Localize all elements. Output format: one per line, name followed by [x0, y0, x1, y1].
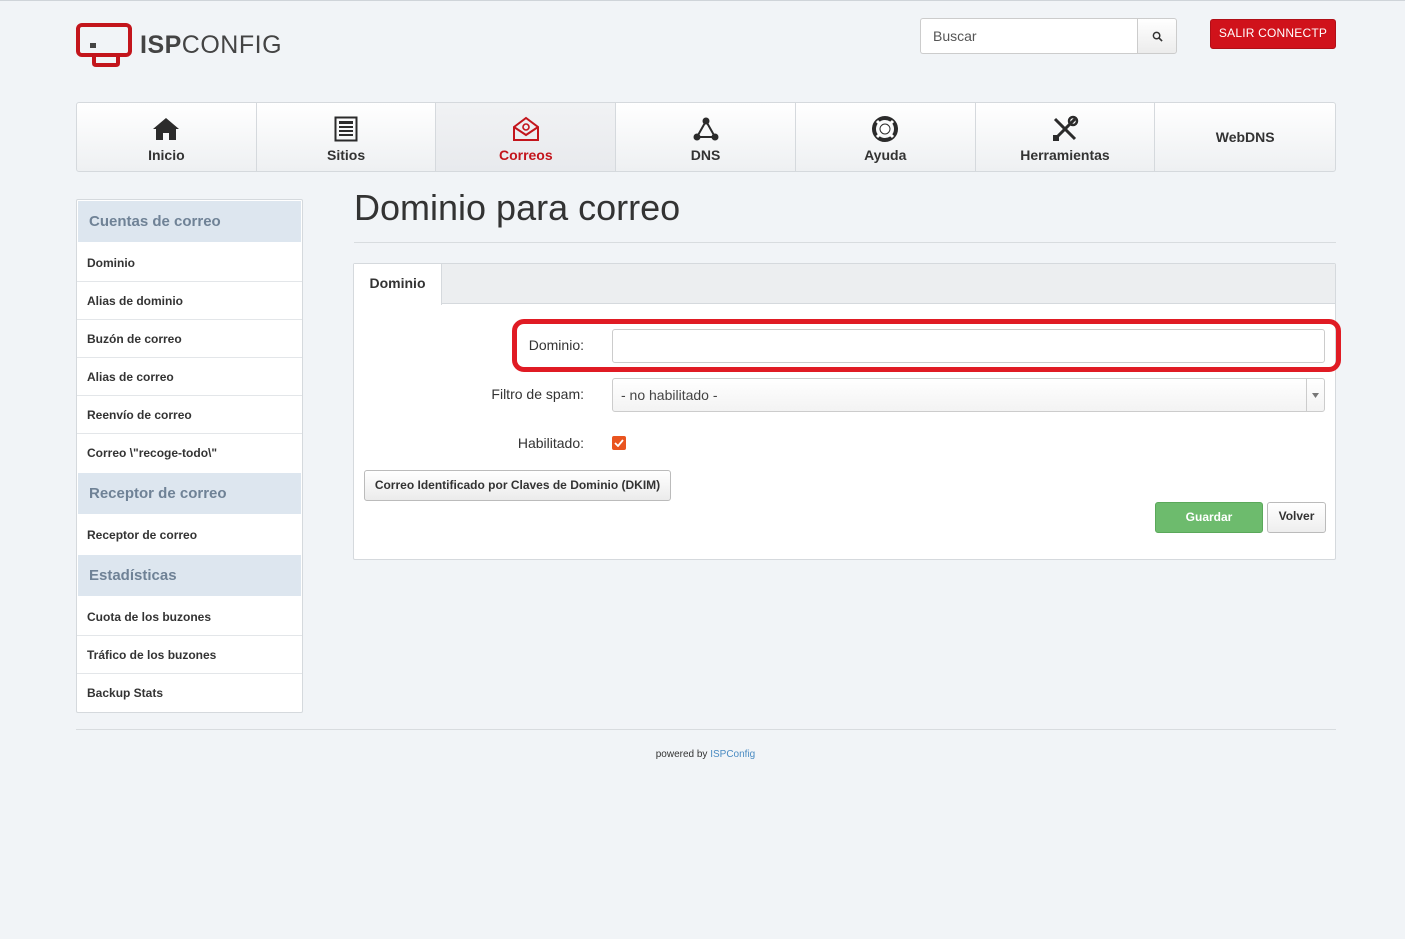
footer: powered by ISPConfig: [0, 749, 1405, 760]
highlight-box: [512, 319, 1341, 372]
nav-label: DNS: [690, 147, 721, 163]
ispconfig-logo[interactable]: ISPCONFIG: [76, 23, 282, 67]
enabled-label: Habilitado:: [517, 435, 584, 451]
sidebar-item-receptor[interactable]: Receptor de correo: [77, 516, 302, 554]
search-input[interactable]: [920, 18, 1137, 54]
save-button[interactable]: Guardar: [1155, 502, 1263, 533]
spam-filter-row: Filtro de spam: - no habilitado -: [354, 378, 1337, 414]
sites-icon: [332, 115, 360, 143]
footer-divider: [76, 729, 1336, 730]
home-icon: [152, 115, 180, 143]
sidebar-group-title: Receptor de correo: [78, 473, 301, 515]
sidebar-item-trafico[interactable]: Tráfico de los buzones: [77, 636, 302, 674]
nav-correos[interactable]: Correos: [436, 103, 617, 171]
footer-text: powered by: [655, 749, 708, 760]
nav-label: Ayuda: [864, 147, 907, 163]
nav-inicio[interactable]: Inicio: [77, 103, 257, 171]
nav-label: WebDNS: [1215, 129, 1275, 145]
main-nav: Inicio Sitios Correos DNS Ayuda Herramie…: [76, 102, 1336, 172]
page-title: Dominio para correo: [354, 187, 681, 228]
spam-filter-select[interactable]: - no habilitado -: [612, 378, 1325, 412]
nav-sitios[interactable]: Sitios: [257, 103, 437, 171]
mail-icon: [512, 115, 540, 143]
dns-icon: [692, 115, 720, 143]
sidebar-item-cuota[interactable]: Cuota de los buzones: [77, 598, 302, 636]
search-button[interactable]: [1137, 18, 1177, 54]
sidebar-item-buzon[interactable]: Buzón de correo: [77, 320, 302, 358]
nav-label: Herramientas: [1020, 147, 1110, 163]
nav-webdns[interactable]: WebDNS: [1155, 103, 1335, 171]
sidebar-item-reenvio[interactable]: Reenvío de correo: [77, 396, 302, 434]
lifebuoy-icon: [871, 115, 899, 143]
sidebar-item-backup-stats[interactable]: Backup Stats: [77, 674, 302, 712]
nav-label: Inicio: [148, 147, 185, 163]
tab-bar: Dominio: [354, 264, 1335, 305]
spam-filter-value: - no habilitado -: [621, 387, 718, 403]
tab-dominio[interactable]: Dominio: [354, 264, 442, 305]
nav-label: Correos: [498, 147, 553, 163]
search-box: [920, 18, 1177, 54]
nav-herramientas[interactable]: Herramientas: [976, 103, 1156, 171]
enabled-row: Habilitado:: [354, 427, 1337, 463]
nav-label: Sitios: [327, 147, 366, 163]
sidebar-group-title: Cuentas de correo: [78, 201, 301, 243]
sidebar-item-dominio[interactable]: Dominio: [77, 244, 302, 282]
sidebar-item-alias-dominio[interactable]: Alias de dominio: [77, 282, 302, 320]
sidebar-item-alias-correo[interactable]: Alias de correo: [77, 358, 302, 396]
enabled-checkbox[interactable]: [612, 436, 626, 450]
tools-icon: [1051, 115, 1079, 143]
spam-filter-label: Filtro de spam:: [491, 386, 584, 402]
sidebar-item-catchall[interactable]: Correo \"recoge-todo\": [77, 434, 302, 472]
nav-ayuda[interactable]: Ayuda: [796, 103, 976, 171]
checkmark-icon: [614, 439, 624, 447]
footer-link[interactable]: ISPConfig: [710, 749, 755, 760]
title-divider: [354, 242, 1336, 243]
logo-text: ISPCONFIG: [140, 30, 283, 59]
sidebar-group-title: Estadísticas: [78, 555, 301, 597]
chevron-down-icon: [1306, 379, 1324, 411]
logout-button[interactable]: SALIR CONNECTP: [1210, 19, 1336, 49]
monitor-logo-icon: [76, 23, 134, 67]
search-icon: [1152, 31, 1163, 42]
dkim-button[interactable]: Correo Identificado por Claves de Domini…: [364, 470, 671, 501]
form-panel: Dominio Dominio: Filtro de spam: - no ha…: [353, 263, 1336, 560]
back-button[interactable]: Volver: [1267, 502, 1326, 533]
sidebar: Cuentas de correo Dominio Alias de domin…: [76, 199, 303, 713]
nav-dns[interactable]: DNS: [616, 103, 796, 171]
